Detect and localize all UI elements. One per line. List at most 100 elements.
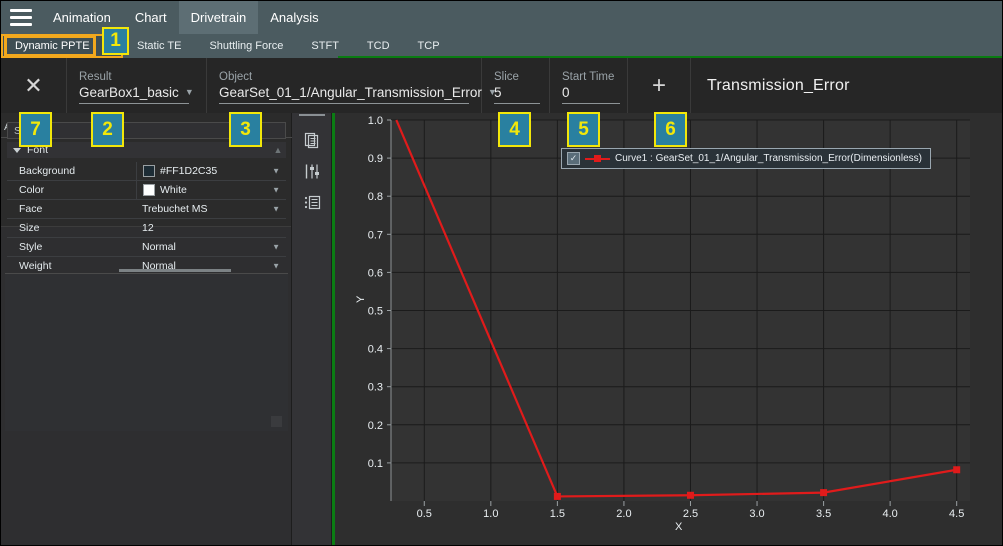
copy-pages-icon[interactable] <box>298 127 326 153</box>
sub-tab-tcd[interactable]: TCD <box>353 34 404 58</box>
property-name: Color <box>19 184 45 196</box>
main-menu-bar: Animation Chart Drivetrain Analysis <box>1 1 1002 34</box>
property-row-face[interactable]: Face Trebuchet MS ▼ <box>7 200 286 219</box>
application-window: Animation Chart Drivetrain Analysis Dyna… <box>0 0 1003 546</box>
chevron-down-icon[interactable]: ▼ <box>272 262 280 271</box>
svg-text:0.7: 0.7 <box>368 229 383 241</box>
sub-tab-shuttling-force-label: Shuttling Force <box>209 40 284 52</box>
svg-text:0.3: 0.3 <box>368 382 383 394</box>
menu-item-drivetrain[interactable]: Drivetrain <box>178 1 259 34</box>
sub-tab-bar: Dynamic PPTE Static TE Shuttling Force S… <box>1 34 1002 58</box>
menu-item-analysis[interactable]: Analysis <box>258 1 330 34</box>
property-value-cell[interactable]: 12 <box>136 219 286 237</box>
chevron-down-icon[interactable]: ▼ <box>272 205 280 214</box>
chart-canvas[interactable]: 0.1 0.2 0.3 0.4 0.5 0.6 0.7 0.8 0.9 1.0 0.5 1.0 1.5 2… <box>335 113 1002 545</box>
property-value-cell[interactable]: Normal ▼ <box>136 238 286 256</box>
svg-text:3.0: 3.0 <box>749 508 764 520</box>
svg-text:2.5: 2.5 <box>683 508 698 520</box>
collapse-triangle-icon[interactable] <box>13 147 21 153</box>
list-panel-icon[interactable] <box>298 189 326 215</box>
menu-item-analysis-label: Analysis <box>270 10 319 25</box>
object-label: Object <box>219 71 253 83</box>
property-value: Normal <box>142 241 176 253</box>
chart-legend[interactable]: ✓ Curve1 : GearSet_01_1/Angular_Transmis… <box>561 148 931 169</box>
start-time-label: Start Time <box>562 71 615 83</box>
menu-item-animation-label: Animation <box>53 10 111 25</box>
adjust-sliders-icon[interactable] <box>298 158 326 184</box>
sub-tab-dynamic-ppte-label: Dynamic PPTE <box>15 40 90 52</box>
annotation-badge-5: 5 <box>567 112 600 147</box>
result-selector[interactable]: Result GearBox1_basic ▼ <box>67 58 207 113</box>
pin-icon[interactable]: ▲ <box>272 144 284 156</box>
start-time-field[interactable]: Start Time 0 <box>550 58 628 113</box>
page-title: Transmission_Error <box>707 76 850 94</box>
annotation-badge-4: 4 <box>498 112 531 147</box>
chevron-down-icon[interactable]: ▼ <box>272 186 280 195</box>
slice-label: Slice <box>494 71 519 83</box>
color-swatch <box>143 165 155 177</box>
check-icon: ✓ <box>569 153 578 163</box>
svg-text:0.2: 0.2 <box>368 420 383 432</box>
svg-text:1.0: 1.0 <box>483 508 498 520</box>
svg-text:0.1: 0.1 <box>368 458 383 470</box>
add-button[interactable]: + <box>628 58 691 113</box>
x-axis-label: X <box>675 521 683 533</box>
color-swatch <box>143 184 155 196</box>
object-selector[interactable]: Object GearSet_01_1/Angular_Transmission… <box>207 58 497 113</box>
sub-tab-static-te-label: Static TE <box>137 40 182 52</box>
svg-text:0.6: 0.6 <box>368 267 383 279</box>
property-value-cell[interactable]: White ▼ <box>136 181 286 199</box>
property-value: #FF1D2C35 <box>160 165 218 177</box>
svg-text:0.4: 0.4 <box>368 344 383 356</box>
property-row-size[interactable]: Size 12 <box>7 219 286 238</box>
property-value-cell[interactable]: #FF1D2C35 ▼ <box>136 162 286 180</box>
chart-plot-svg: 0.1 0.2 0.3 0.4 0.5 0.6 0.7 0.8 0.9 1.0 0.5 1.0 1.5 2… <box>335 113 1002 545</box>
svg-text:0.5: 0.5 <box>417 508 432 520</box>
properties-panel-empty-area <box>5 273 288 431</box>
strip-divider <box>299 114 325 116</box>
chevron-down-icon[interactable]: ▼ <box>185 88 194 97</box>
chevron-down-icon[interactable]: ▼ <box>272 243 280 252</box>
property-value: White <box>160 184 187 196</box>
result-label: Result <box>79 71 112 83</box>
hamburger-menu-icon[interactable] <box>1 1 41 34</box>
annotation-badge-1: 1 <box>102 27 129 55</box>
legend-checkbox[interactable]: ✓ <box>567 152 580 165</box>
sub-tab-stft-label: STFT <box>311 40 339 52</box>
property-name: Style <box>19 241 43 253</box>
sub-tab-shuttling-force[interactable]: Shuttling Force <box>195 34 297 58</box>
sub-tab-static-te[interactable]: Static TE <box>123 34 195 58</box>
property-row-style[interactable]: Style Normal ▼ <box>7 238 286 257</box>
y-axis-label: Y <box>355 295 367 303</box>
sub-tab-stft[interactable]: STFT <box>297 34 353 58</box>
sub-tab-tcd-label: TCD <box>366 40 390 52</box>
svg-text:0.8: 0.8 <box>368 191 383 203</box>
menu-item-chart[interactable]: Chart <box>123 1 179 34</box>
result-value: GearBox1_basic <box>79 85 179 100</box>
svg-text:1.5: 1.5 <box>550 508 565 520</box>
svg-text:2.0: 2.0 <box>616 508 631 520</box>
svg-text:4.0: 4.0 <box>882 508 897 520</box>
svg-text:4.5: 4.5 <box>949 508 964 520</box>
svg-text:1.0: 1.0 <box>368 115 383 127</box>
object-value: GearSet_01_1/Angular_Transmission_Error <box>219 85 482 100</box>
close-button[interactable]: ✕ <box>1 58 67 113</box>
property-row-color[interactable]: Color White ▼ <box>7 181 286 200</box>
legend-series-symbol <box>585 155 610 162</box>
resize-grip[interactable] <box>271 416 282 427</box>
slice-value: 5 <box>494 85 502 100</box>
sub-tab-tcp[interactable]: TCP <box>404 34 454 58</box>
property-value-cell[interactable]: Trebuchet MS ▼ <box>136 200 286 218</box>
menu-item-chart-label: Chart <box>134 10 167 25</box>
annotation-badge-6: 6 <box>654 112 687 147</box>
result-toolbar: ✕ Result GearBox1_basic ▼ Object GearSet… <box>1 58 1002 114</box>
sub-tab-tcp-label: TCP <box>417 40 440 52</box>
plus-icon: + <box>651 71 666 99</box>
svg-text:3.5: 3.5 <box>816 508 831 520</box>
chevron-down-icon[interactable]: ▼ <box>272 167 280 176</box>
annotation-badge-3: 3 <box>229 112 262 147</box>
slice-field[interactable]: Slice 5 <box>482 58 550 113</box>
property-name: Size <box>19 222 40 234</box>
property-row-background[interactable]: Background #FF1D2C35 ▼ <box>7 162 286 181</box>
horizontal-scrollbar[interactable] <box>119 269 231 272</box>
